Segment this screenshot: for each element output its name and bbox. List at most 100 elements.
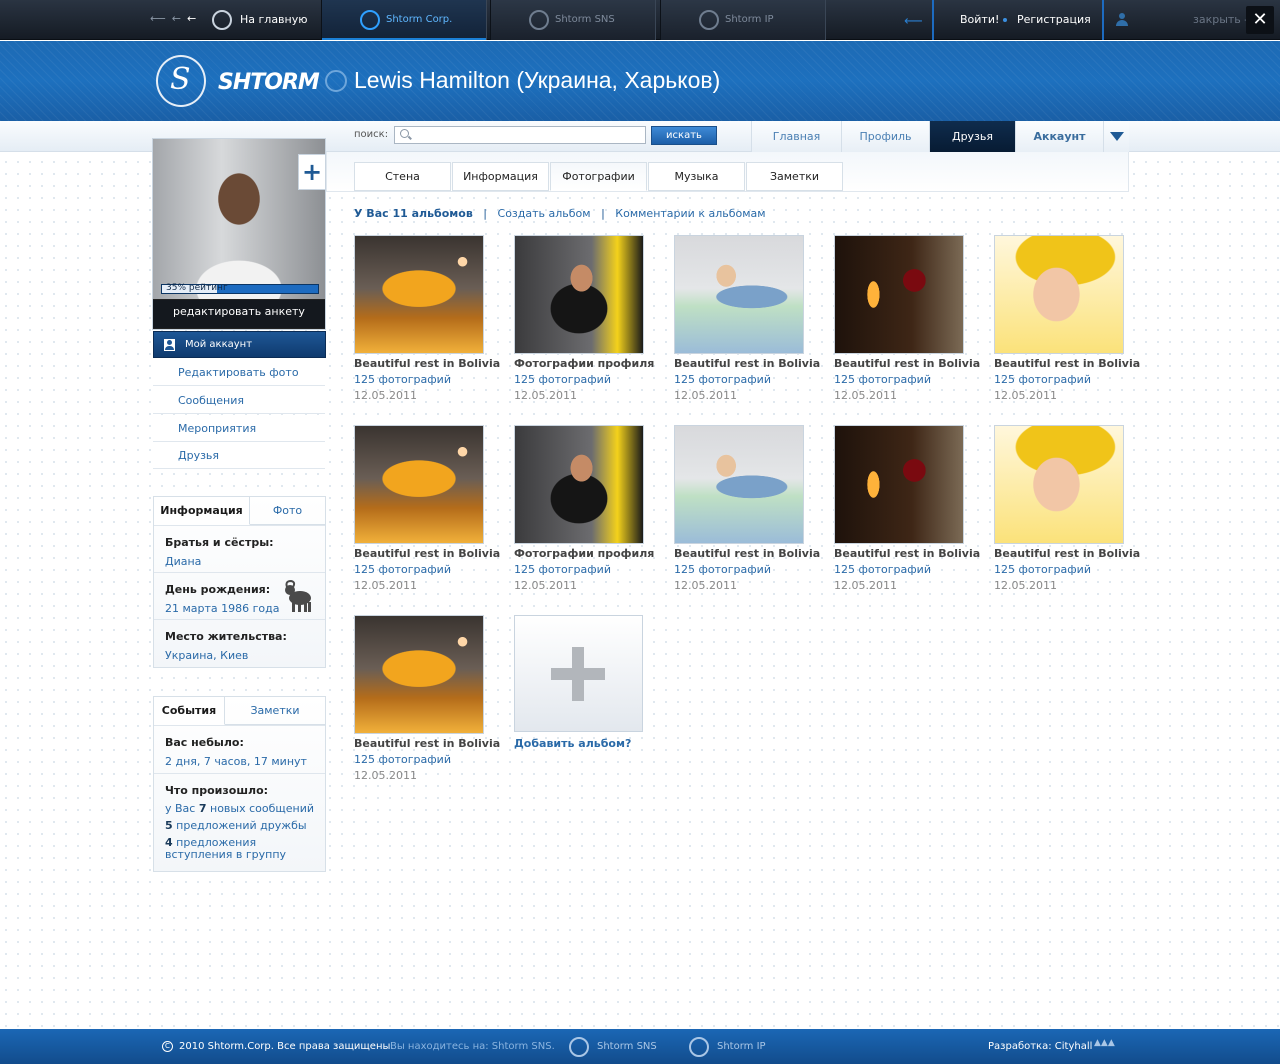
album-card[interactable]: Beautiful rest in Bolivia 125 фотографий…	[354, 615, 500, 790]
chevron-down-icon[interactable]	[1103, 121, 1129, 152]
tab-music[interactable]: Музыка	[648, 162, 745, 191]
tab-info[interactable]: Информация	[154, 497, 250, 525]
album-thumbnail[interactable]	[354, 425, 484, 544]
album-card[interactable]: Beautiful rest in Bolivia 125 фотографий…	[994, 425, 1140, 600]
close-icon[interactable]: ✕	[1246, 6, 1274, 34]
album-name[interactable]: Фотографии профиля	[514, 547, 654, 560]
album-count[interactable]: 125 фотографий	[514, 373, 611, 386]
back-active-icon[interactable]: ←	[187, 12, 196, 25]
album-count[interactable]: 125 фотографий	[514, 563, 611, 576]
nav-friends[interactable]: Друзья	[929, 121, 1015, 152]
tab-photo[interactable]: Фото	[250, 497, 325, 525]
album-comments-link[interactable]: Комментарии к альбомам	[615, 207, 765, 220]
new-messages-link[interactable]: у Вас 7 новых сообщений	[165, 803, 315, 815]
sidebar-item-edit-photo[interactable]: Редактировать фото	[153, 359, 325, 386]
album-thumbnail[interactable]	[994, 235, 1124, 354]
search-input[interactable]	[394, 126, 646, 144]
album-date: 12.05.2011	[834, 389, 897, 402]
tab-notes[interactable]: Заметки	[746, 162, 843, 191]
album-card[interactable]: Beautiful rest in Bolivia 125 фотографий…	[674, 425, 820, 600]
create-album-link[interactable]: Создать альбом	[498, 207, 591, 220]
album-card[interactable]: Beautiful rest in Bolivia 125 фотографий…	[834, 425, 980, 600]
album-thumbnail[interactable]	[674, 425, 804, 544]
tab-wall[interactable]: Стена	[354, 162, 451, 191]
logo-text[interactable]: SHTORM	[218, 70, 320, 95]
album-card[interactable]: Beautiful rest in Bolivia 125 фотографий…	[354, 235, 500, 410]
tab-shtorm-sns[interactable]: Shtorm SNS	[490, 0, 656, 40]
login-link[interactable]: Войти!	[960, 13, 999, 26]
residence-section: Место жительства: Украина, Киев	[154, 619, 325, 667]
album-name[interactable]: Beautiful rest in Bolivia	[354, 357, 500, 370]
add-album-link[interactable]: Добавить альбом?	[514, 737, 631, 750]
album-thumbnail[interactable]	[514, 425, 644, 544]
add-photo-icon[interactable]: +	[298, 154, 326, 190]
tab-information[interactable]: Информация	[452, 162, 549, 191]
search-button[interactable]: искать	[651, 126, 717, 145]
edit-profile-button[interactable]: редактировать анкету	[153, 300, 325, 328]
album-thumbnail[interactable]	[674, 235, 804, 354]
album-count[interactable]: 125 фотографий	[354, 373, 451, 386]
album-card[interactable]: Фотографии профиля 125 фотографий 12.05.…	[514, 425, 654, 600]
footer-link-sns[interactable]: Shtorm SNS	[569, 1036, 657, 1058]
album-thumbnail[interactable]	[994, 425, 1124, 544]
album-card[interactable]: Beautiful rest in Bolivia 125 фотографий…	[674, 235, 820, 410]
album-card[interactable]: Beautiful rest in Bolivia 125 фотографий…	[834, 235, 980, 410]
siblings-value[interactable]: Диана	[165, 555, 325, 568]
tab-notes[interactable]: Заметки	[225, 697, 325, 725]
sidebar-item-my-account[interactable]: Мой аккаунт	[153, 331, 326, 358]
user-icon[interactable]	[1116, 13, 1128, 26]
developer-logo-icon[interactable]: ▲▲▲	[1094, 1038, 1118, 1048]
nav-home[interactable]: Главная	[751, 121, 841, 152]
album-count[interactable]: 125 фотографий	[994, 563, 1091, 576]
album-count[interactable]: 125 фотографий	[834, 563, 931, 576]
album-thumbnail[interactable]	[514, 235, 644, 354]
nav-account[interactable]: Аккаунт	[1015, 121, 1103, 152]
developer-credit[interactable]: Разработка: Cityhall	[988, 1041, 1092, 1052]
album-count[interactable]: 125 фотографий	[354, 563, 451, 576]
album-card[interactable]: Beautiful rest in Bolivia 125 фотографий…	[994, 235, 1140, 410]
group-invites-link[interactable]: 4 предложения вступления в группу	[165, 837, 315, 861]
album-name[interactable]: Beautiful rest in Bolivia	[994, 357, 1140, 370]
tab-events[interactable]: События	[154, 697, 225, 725]
tab-photos[interactable]: Фотографии	[550, 162, 647, 191]
album-name[interactable]: Beautiful rest in Bolivia	[354, 547, 500, 560]
siblings-label: Братья и сёстры:	[165, 536, 274, 549]
add-album-button[interactable]	[514, 615, 643, 732]
album-count[interactable]: 125 фотографий	[834, 373, 931, 386]
sidebar-item-messages[interactable]: Сообщения	[153, 387, 325, 414]
album-thumbnail[interactable]	[354, 235, 484, 354]
album-thumbnail[interactable]	[834, 235, 964, 354]
album-name[interactable]: Beautiful rest in Bolivia	[674, 547, 820, 560]
register-link[interactable]: Регистрация	[1017, 13, 1091, 26]
arrow-left-icon: ⟵	[904, 14, 923, 29]
album-card[interactable]: Beautiful rest in Bolivia 125 фотографий…	[354, 425, 500, 600]
album-count[interactable]: 125 фотографий	[354, 753, 451, 766]
album-thumbnail[interactable]	[354, 615, 484, 734]
album-date: 12.05.2011	[674, 579, 737, 592]
album-card[interactable]: Фотографии профиля 125 фотографий 12.05.…	[514, 235, 654, 410]
tab-shtorm-ip[interactable]: Shtorm IP	[660, 0, 826, 40]
album-name[interactable]: Beautiful rest in Bolivia	[354, 737, 500, 750]
album-count[interactable]: 125 фотографий	[674, 373, 771, 386]
sidebar-item-friends[interactable]: Друзья	[153, 442, 325, 469]
shtorm-logo-icon[interactable]	[156, 55, 206, 107]
tab-shtorm-corp[interactable]: Shtorm Corp.	[321, 0, 487, 40]
footer-link-ip[interactable]: Shtorm IP	[689, 1036, 766, 1058]
album-name[interactable]: Фотографии профиля	[514, 357, 654, 370]
close-label[interactable]: закрыть -	[1193, 13, 1248, 26]
nav-profile[interactable]: Профиль	[841, 121, 929, 152]
album-count[interactable]: 125 фотографий	[674, 563, 771, 576]
album-count[interactable]: 125 фотографий	[994, 373, 1091, 386]
album-name[interactable]: Beautiful rest in Bolivia	[674, 357, 820, 370]
album-name[interactable]: Beautiful rest in Bolivia	[834, 547, 980, 560]
friend-requests-link[interactable]: 5 предложений дружбы	[165, 820, 315, 832]
album-name[interactable]: Beautiful rest in Bolivia	[834, 357, 980, 370]
search-label: поиск:	[354, 129, 389, 140]
home-link[interactable]: На главную	[212, 10, 308, 30]
sidebar-item-events[interactable]: Мероприятия	[153, 415, 325, 442]
album-name[interactable]: Beautiful rest in Bolivia	[994, 547, 1140, 560]
residence-value[interactable]: Украина, Киев	[165, 649, 325, 662]
back-icon[interactable]: ←	[172, 12, 181, 25]
album-thumbnail[interactable]	[834, 425, 964, 544]
back-disabled-icon[interactable]: ⟵	[150, 12, 166, 25]
